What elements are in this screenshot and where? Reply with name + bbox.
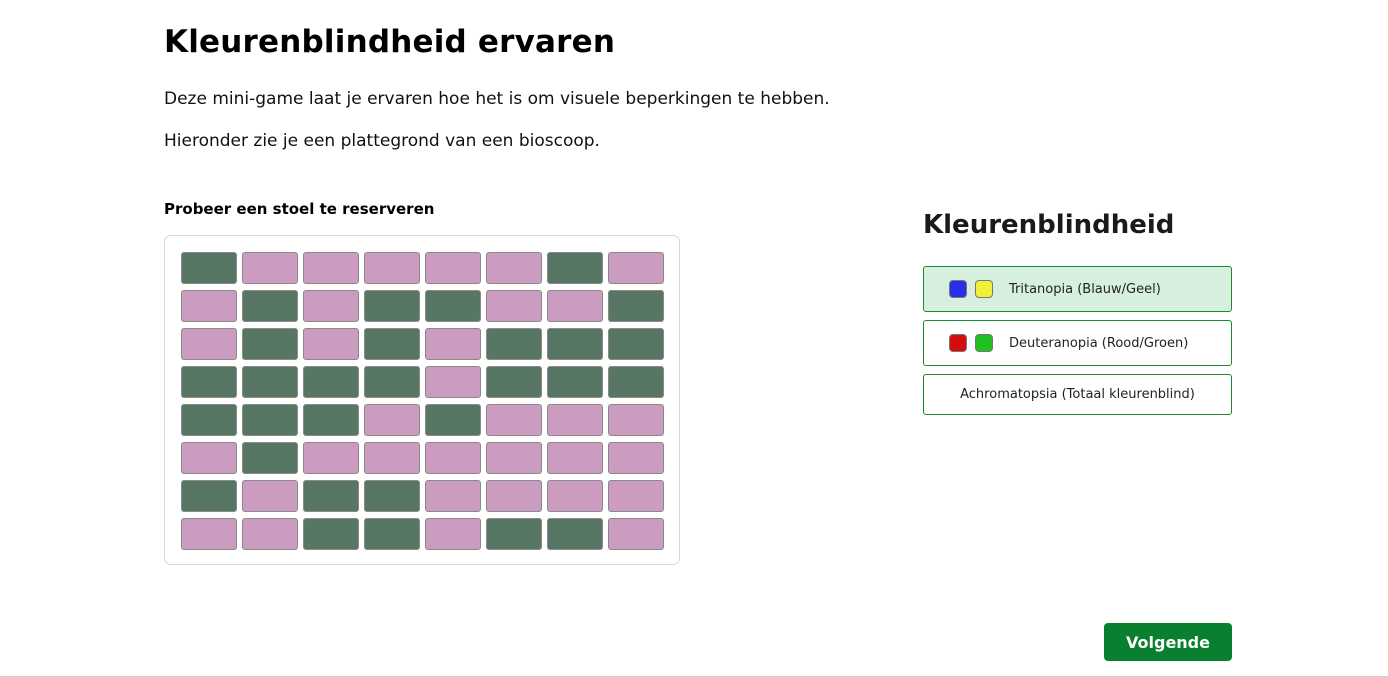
seat-taken[interactable] <box>364 290 420 322</box>
seat-taken[interactable] <box>242 442 298 474</box>
seat-taken[interactable] <box>303 518 359 550</box>
seat-taken[interactable] <box>547 366 603 398</box>
seat-taken[interactable] <box>364 366 420 398</box>
seat-taken[interactable] <box>547 518 603 550</box>
seat-taken[interactable] <box>242 404 298 436</box>
seat-taken[interactable] <box>486 518 542 550</box>
seat-taken[interactable] <box>242 290 298 322</box>
seat-free[interactable] <box>608 480 664 512</box>
seat-free[interactable] <box>181 518 237 550</box>
cinema-seat-map <box>164 235 680 565</box>
seat-free[interactable] <box>425 252 481 284</box>
mode-tritanopia-button[interactable]: Tritanopia (Blauw/Geel) <box>923 266 1232 312</box>
seat-free[interactable] <box>364 404 420 436</box>
seat-taken[interactable] <box>547 252 603 284</box>
seat-free[interactable] <box>425 442 481 474</box>
mode-label: Tritanopia (Blauw/Geel) <box>1009 281 1161 297</box>
seat-free[interactable] <box>181 290 237 322</box>
intro-text: Deze mini-game laat je ervaren hoe het i… <box>164 89 830 109</box>
seat-taken[interactable] <box>181 404 237 436</box>
blue-swatch-icon <box>949 280 967 298</box>
seat-free[interactable] <box>425 518 481 550</box>
seat-free[interactable] <box>486 252 542 284</box>
next-button[interactable]: Volgende <box>1104 623 1232 661</box>
seat-free[interactable] <box>425 366 481 398</box>
seat-free[interactable] <box>242 252 298 284</box>
seat-free[interactable] <box>486 290 542 322</box>
seat-taken[interactable] <box>303 480 359 512</box>
seat-taken[interactable] <box>242 328 298 360</box>
red-swatch-icon <box>949 334 967 352</box>
seat-grid <box>181 252 664 550</box>
seat-free[interactable] <box>303 290 359 322</box>
seat-free[interactable] <box>425 328 481 360</box>
seat-free[interactable] <box>242 480 298 512</box>
seat-free[interactable] <box>486 404 542 436</box>
seat-taken[interactable] <box>608 290 664 322</box>
seat-free[interactable] <box>425 480 481 512</box>
seat-free[interactable] <box>242 518 298 550</box>
seat-taken[interactable] <box>425 290 481 322</box>
seat-free[interactable] <box>547 290 603 322</box>
seat-free[interactable] <box>486 442 542 474</box>
page: Kleurenblindheid ervaren Deze mini-game … <box>0 0 1388 677</box>
yellow-swatch-icon <box>975 280 993 298</box>
seat-free[interactable] <box>486 480 542 512</box>
mode-label: Achromatopsia (Totaal kleurenblind) <box>960 387 1195 402</box>
colorblind-panel-title: Kleurenblindheid <box>923 210 1175 240</box>
seat-taken[interactable] <box>425 404 481 436</box>
seat-taken[interactable] <box>242 366 298 398</box>
seat-free[interactable] <box>364 252 420 284</box>
seat-taken[interactable] <box>303 404 359 436</box>
seat-free[interactable] <box>181 328 237 360</box>
mode-achromatopsia-button[interactable]: Achromatopsia (Totaal kleurenblind) <box>923 374 1232 415</box>
seat-free[interactable] <box>608 518 664 550</box>
seat-taken[interactable] <box>303 366 359 398</box>
mode-label: Deuteranopia (Rood/Groen) <box>1009 335 1189 351</box>
seat-taken[interactable] <box>486 328 542 360</box>
seat-free[interactable] <box>608 252 664 284</box>
seat-free[interactable] <box>547 480 603 512</box>
seat-taken[interactable] <box>364 518 420 550</box>
seat-map-heading: Probeer een stoel te reserveren <box>164 200 435 218</box>
mode-deuteranopia-button[interactable]: Deuteranopia (Rood/Groen) <box>923 320 1232 366</box>
page-title: Kleurenblindheid ervaren <box>164 24 616 60</box>
seat-free[interactable] <box>547 404 603 436</box>
swatch-group <box>949 334 1001 352</box>
swatch-group <box>949 280 1001 298</box>
seat-free[interactable] <box>608 404 664 436</box>
intro-text-map: Hieronder zie je een plattegrond van een… <box>164 131 600 151</box>
seat-taken[interactable] <box>181 252 237 284</box>
seat-taken[interactable] <box>364 328 420 360</box>
seat-free[interactable] <box>303 328 359 360</box>
seat-free[interactable] <box>608 442 664 474</box>
seat-taken[interactable] <box>608 366 664 398</box>
seat-taken[interactable] <box>547 328 603 360</box>
seat-taken[interactable] <box>486 366 542 398</box>
seat-free[interactable] <box>181 442 237 474</box>
seat-free[interactable] <box>303 442 359 474</box>
seat-free[interactable] <box>364 442 420 474</box>
seat-taken[interactable] <box>608 328 664 360</box>
seat-taken[interactable] <box>181 366 237 398</box>
green-swatch-icon <box>975 334 993 352</box>
seat-taken[interactable] <box>181 480 237 512</box>
seat-free[interactable] <box>303 252 359 284</box>
seat-taken[interactable] <box>364 480 420 512</box>
seat-free[interactable] <box>547 442 603 474</box>
